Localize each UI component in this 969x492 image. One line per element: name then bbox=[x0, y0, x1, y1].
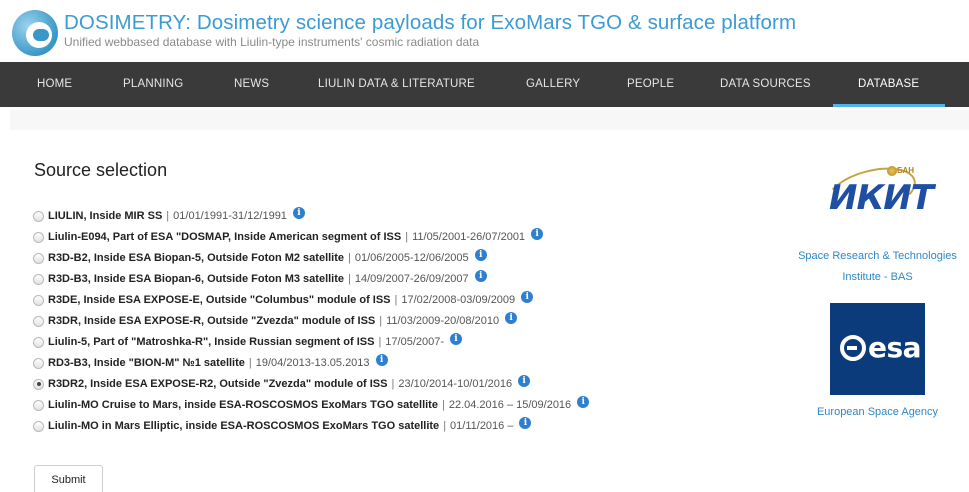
info-icon[interactable]: i bbox=[521, 291, 534, 303]
source-option[interactable]: LIULIN, Inside MIR SS | 01/01/1991-31/12/1… bbox=[33, 207, 305, 225]
source-radio[interactable] bbox=[33, 399, 44, 411]
content-top-band bbox=[10, 110, 969, 130]
source-radio[interactable] bbox=[33, 357, 44, 369]
source-dates: 01/06/2005-12/06/2005 bbox=[354, 252, 469, 264]
source-separator: | bbox=[394, 294, 398, 306]
source-dates: 11/03/2009-20/08/2010 bbox=[386, 315, 500, 327]
source-name: LIULIN, Inside MIR SS bbox=[48, 210, 163, 222]
site-title[interactable]: DOSIMETRY: Dosimetry science payloads fo… bbox=[64, 11, 796, 35]
source-dates: 22.04.2016 – 15/09/2016 bbox=[448, 399, 572, 411]
source-separator: | bbox=[248, 357, 252, 369]
source-name: Liulin-MO in Mars Elliptic, inside ESA-R… bbox=[48, 420, 440, 432]
info-icon[interactable]: i bbox=[450, 333, 463, 345]
source-radio[interactable] bbox=[33, 378, 44, 390]
source-dates: 01/01/1991-31/12/1991 bbox=[173, 210, 287, 222]
source-option[interactable]: R3DE, Inside ESA EXPOSE-E, Outside "Colu… bbox=[33, 291, 534, 309]
page: DOSIMETRY: Dosimetry science payloads fo… bbox=[0, 0, 969, 492]
source-dates: 14/09/2007-26/09/2007 bbox=[354, 273, 469, 285]
info-icon[interactable]: i bbox=[519, 417, 532, 429]
source-option[interactable]: RD3-B3, Inside "BION-M" №1 satellite | 19/… bbox=[33, 354, 388, 372]
info-icon[interactable]: i bbox=[474, 270, 487, 282]
ikit-emblem-icon bbox=[887, 166, 897, 176]
site-subtitle: Unified webbased database with Liulin-ty… bbox=[64, 35, 480, 49]
source-name: R3DE, Inside ESA EXPOSE-E, Outside "Colu… bbox=[48, 294, 391, 306]
site-logo-icon[interactable] bbox=[12, 10, 58, 56]
source-option[interactable]: R3DR2, Inside ESA EXPOSE-R2, Outside "Zv… bbox=[33, 375, 531, 393]
source-name: Liulin-5, Part of "Matroshka-R", Inside … bbox=[48, 336, 375, 348]
source-option[interactable]: Liulin-5, Part of "Matroshka-R", Inside … bbox=[33, 333, 463, 351]
info-icon[interactable]: i bbox=[292, 207, 305, 219]
source-separator: | bbox=[379, 315, 383, 327]
ikit-link-line2[interactable]: Institute - BAS bbox=[786, 271, 969, 283]
source-name: Liulin-E094, Part of ESA "DOSMAP, Inside… bbox=[48, 231, 402, 243]
info-icon[interactable]: i bbox=[577, 396, 590, 408]
source-dates: 01/11/2016 – bbox=[450, 420, 514, 432]
source-option[interactable]: R3D-B2, Inside ESA Biopan-5, Outside Fot… bbox=[33, 249, 487, 267]
source-separator: | bbox=[166, 210, 170, 222]
nav-item-liulin-data-literature[interactable]: LIULIN DATA & LITERATURE bbox=[318, 62, 475, 107]
submit-button[interactable]: Submit bbox=[34, 465, 103, 492]
source-name: R3D-B2, Inside ESA Biopan-5, Outside Fot… bbox=[48, 252, 345, 264]
source-option[interactable]: R3DR, Inside ESA EXPOSE-R, Outside "Zvez… bbox=[33, 312, 518, 330]
source-separator: | bbox=[391, 378, 395, 390]
source-radio[interactable] bbox=[33, 294, 44, 306]
source-radio[interactable] bbox=[33, 315, 44, 327]
source-dates: 23/10/2014-10/01/2016 bbox=[398, 378, 513, 390]
source-name: R3D-B3, Inside ESA Biopan-6, Outside Fot… bbox=[48, 273, 345, 285]
source-name: RD3-B3, Inside "BION-M" №1 satellite bbox=[48, 357, 245, 369]
source-dates: 17/02/2008-03/09/2009 bbox=[401, 294, 516, 306]
source-option[interactable]: Liulin-MO in Mars Elliptic, inside ESA-R… bbox=[33, 417, 532, 435]
nav-item-news[interactable]: NEWS bbox=[234, 62, 269, 107]
nav-item-home[interactable]: HOME bbox=[37, 62, 72, 107]
source-dates: 11/05/2001-26/07/2001 bbox=[412, 231, 526, 243]
source-separator: | bbox=[405, 231, 409, 243]
source-radio[interactable] bbox=[33, 210, 44, 222]
site-header: DOSIMETRY: Dosimetry science payloads fo… bbox=[0, 0, 969, 62]
source-separator: | bbox=[348, 273, 351, 285]
source-separator: | bbox=[378, 336, 382, 348]
info-icon[interactable]: i bbox=[474, 249, 487, 261]
info-icon[interactable]: i bbox=[505, 312, 518, 324]
source-separator: | bbox=[441, 399, 445, 411]
source-separator: | bbox=[443, 420, 447, 432]
nav-item-people[interactable]: PEOPLE bbox=[627, 62, 674, 107]
nav-item-gallery[interactable]: GALLERY bbox=[526, 62, 580, 107]
source-radio[interactable] bbox=[33, 420, 44, 432]
source-radio[interactable] bbox=[33, 336, 44, 348]
section-title: Source selection bbox=[34, 160, 168, 180]
source-radio[interactable] bbox=[33, 231, 44, 243]
esa-mark-icon bbox=[840, 335, 866, 361]
source-separator: | bbox=[348, 252, 351, 264]
source-option[interactable]: R3D-B3, Inside ESA Biopan-6, Outside Fot… bbox=[33, 270, 487, 288]
source-name: Liulin-MO Cruise to Mars, inside ESA-ROS… bbox=[48, 399, 438, 411]
esa-link[interactable]: European Space Agency bbox=[786, 406, 969, 418]
nav-item-data-sources[interactable]: DATA SOURCES bbox=[720, 62, 811, 107]
info-icon[interactable]: i bbox=[375, 354, 388, 366]
ikit-logo-text: ИКИТ bbox=[829, 178, 934, 218]
esa-logo[interactable]: esa bbox=[830, 303, 925, 395]
source-dates: 19/04/2013-13.05.2013 bbox=[255, 357, 370, 369]
nav-item-database[interactable]: DATABASE bbox=[858, 62, 919, 107]
source-option[interactable]: Liulin-MO Cruise to Mars, inside ESA-ROS… bbox=[33, 396, 590, 414]
source-dates: 17/05/2007- bbox=[385, 336, 445, 348]
nav-active-indicator bbox=[833, 104, 945, 107]
source-radio[interactable] bbox=[33, 273, 44, 285]
ikit-logo[interactable]: БАН ИКИТ bbox=[820, 158, 934, 226]
ikit-link-line1[interactable]: Space Research & Technologies bbox=[786, 250, 969, 262]
source-radio[interactable] bbox=[33, 252, 44, 264]
main-navbar: HOME PLANNING NEWS LIULIN DATA & LITERAT… bbox=[0, 62, 969, 107]
source-name: R3DR2, Inside ESA EXPOSE-R2, Outside "Zv… bbox=[48, 378, 388, 390]
info-icon[interactable]: i bbox=[531, 228, 544, 240]
ikit-badge-text: БАН bbox=[897, 166, 914, 175]
esa-logo-text: esa bbox=[868, 331, 922, 364]
source-name: R3DR, Inside ESA EXPOSE-R, Outside "Zvez… bbox=[48, 315, 376, 327]
source-option[interactable]: Liulin-E094, Part of ESA "DOSMAP, Inside… bbox=[33, 228, 544, 246]
nav-item-planning[interactable]: PLANNING bbox=[123, 62, 183, 107]
info-icon[interactable]: i bbox=[518, 375, 531, 387]
